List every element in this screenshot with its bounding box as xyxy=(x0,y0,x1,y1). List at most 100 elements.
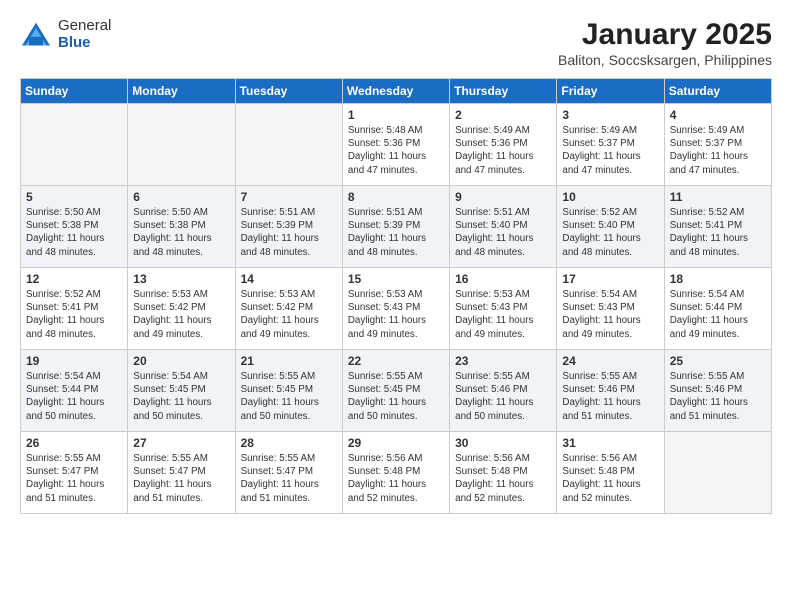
calendar-cell: 16Sunrise: 5:53 AMSunset: 5:43 PMDayligh… xyxy=(450,268,557,350)
week-row-2: 5 Sunrise: 5:50 AMSunset: 5:38 PMDaylight… xyxy=(21,186,772,268)
logo: General Blue xyxy=(20,18,111,51)
col-thursday: Thursday xyxy=(450,79,557,104)
calendar-cell: 22Sunrise: 5:55 AMSunset: 5:45 PMDayligh… xyxy=(342,350,449,432)
day-info: Sunrise: 5:51 AMSunset: 5:40 PMDaylight:… xyxy=(455,206,551,259)
logo-text: General Blue xyxy=(58,18,111,51)
col-friday: Friday xyxy=(557,79,664,104)
day-number: 11 xyxy=(670,190,766,204)
day-number: 25 xyxy=(670,354,766,368)
calendar-cell: 15 Sunrise: 5:53 AMSunset: 5:43 PMDayligh… xyxy=(342,268,449,350)
day-number: 10 xyxy=(562,190,658,204)
day-info: Sunrise: 5:56 AMSunset: 5:48 PMDaylight:… xyxy=(455,452,551,505)
calendar-cell xyxy=(128,104,235,186)
calendar-cell: 21Sunrise: 5:55 AMSunset: 5:45 PMDayligh… xyxy=(235,350,342,432)
calendar-cell: 14 Sunrise: 5:53 AMSunset: 5:42 PMDayligh… xyxy=(235,268,342,350)
calendar-cell: 18Sunrise: 5:54 AMSunset: 5:44 PMDayligh… xyxy=(664,268,771,350)
day-info: Sunrise: 5:55 AMSunset: 5:46 PMDaylight:… xyxy=(455,370,551,423)
logo-general-text: General xyxy=(58,18,111,35)
day-info: Sunrise: 5:54 AMSunset: 5:45 PMDaylight:… xyxy=(133,370,229,423)
calendar-cell: 10 Sunrise: 5:52 AMSunset: 5:40 PMDayligh… xyxy=(557,186,664,268)
calendar-cell: 30 Sunrise: 5:56 AMSunset: 5:48 PMDayligh… xyxy=(450,432,557,514)
day-info: Sunrise: 5:55 AMSunset: 5:47 PMDaylight:… xyxy=(241,452,337,505)
day-number: 13 xyxy=(133,272,229,286)
day-number: 28 xyxy=(241,436,337,450)
header-row: Sunday Monday Tuesday Wednesday Thursday… xyxy=(21,79,772,104)
col-tuesday: Tuesday xyxy=(235,79,342,104)
day-info: Sunrise: 5:50 AMSunset: 5:38 PMDaylight:… xyxy=(133,206,229,259)
day-info: Sunrise: 5:54 AMSunset: 5:43 PMDaylight:… xyxy=(562,288,658,341)
day-info: Sunrise: 5:55 AMSunset: 5:46 PMDaylight:… xyxy=(562,370,658,423)
day-info: Sunrise: 5:51 AMSunset: 5:39 PMDaylight:… xyxy=(348,206,444,259)
day-info: Sunrise: 5:51 AMSunset: 5:39 PMDaylight:… xyxy=(241,206,337,259)
logo-icon xyxy=(20,21,52,49)
calendar-cell: 11 Sunrise: 5:52 AMSunset: 5:41 PMDayligh… xyxy=(664,186,771,268)
col-wednesday: Wednesday xyxy=(342,79,449,104)
day-number: 27 xyxy=(133,436,229,450)
day-info: Sunrise: 5:52 AMSunset: 5:40 PMDaylight:… xyxy=(562,206,658,259)
day-number: 5 xyxy=(26,190,122,204)
calendar-cell: 5 Sunrise: 5:50 AMSunset: 5:38 PMDaylight… xyxy=(21,186,128,268)
day-number: 4 xyxy=(670,108,766,122)
calendar-cell: 31 Sunrise: 5:56 AMSunset: 5:48 PMDayligh… xyxy=(557,432,664,514)
calendar-cell: 23 Sunrise: 5:55 AMSunset: 5:46 PMDayligh… xyxy=(450,350,557,432)
day-number: 30 xyxy=(455,436,551,450)
calendar-cell xyxy=(21,104,128,186)
day-info: Sunrise: 5:56 AMSunset: 5:48 PMDaylight:… xyxy=(562,452,658,505)
calendar-table: Sunday Monday Tuesday Wednesday Thursday… xyxy=(20,78,772,514)
day-number: 2 xyxy=(455,108,551,122)
calendar-title: January 2025 xyxy=(558,18,772,52)
day-info: Sunrise: 5:52 AMSunset: 5:41 PMDaylight:… xyxy=(670,206,766,259)
day-number: 3 xyxy=(562,108,658,122)
calendar-cell: 28 Sunrise: 5:55 AMSunset: 5:47 PMDayligh… xyxy=(235,432,342,514)
calendar-cell: 24 Sunrise: 5:55 AMSunset: 5:46 PMDayligh… xyxy=(557,350,664,432)
day-info: Sunrise: 5:54 AMSunset: 5:44 PMDaylight:… xyxy=(26,370,122,423)
day-info: Sunrise: 5:49 AMSunset: 5:37 PMDaylight:… xyxy=(670,124,766,177)
day-number: 23 xyxy=(455,354,551,368)
calendar-cell: 6 Sunrise: 5:50 AMSunset: 5:38 PMDaylight… xyxy=(128,186,235,268)
day-number: 20 xyxy=(133,354,229,368)
col-sunday: Sunday xyxy=(21,79,128,104)
day-info: Sunrise: 5:50 AMSunset: 5:38 PMDaylight:… xyxy=(26,206,122,259)
day-number: 9 xyxy=(455,190,551,204)
calendar-cell: 29Sunrise: 5:56 AMSunset: 5:48 PMDayligh… xyxy=(342,432,449,514)
day-info: Sunrise: 5:48 AMSunset: 5:36 PMDaylight:… xyxy=(348,124,444,177)
col-monday: Monday xyxy=(128,79,235,104)
calendar-cell: 20 Sunrise: 5:54 AMSunset: 5:45 PMDayligh… xyxy=(128,350,235,432)
calendar-cell xyxy=(235,104,342,186)
calendar-cell: 26 Sunrise: 5:55 AMSunset: 5:47 PMDayligh… xyxy=(21,432,128,514)
calendar-cell: 13Sunrise: 5:53 AMSunset: 5:42 PMDayligh… xyxy=(128,268,235,350)
day-info: Sunrise: 5:54 AMSunset: 5:44 PMDaylight:… xyxy=(670,288,766,341)
day-number: 26 xyxy=(26,436,122,450)
calendar-cell: 4 Sunrise: 5:49 AMSunset: 5:37 PMDaylight… xyxy=(664,104,771,186)
day-info: Sunrise: 5:55 AMSunset: 5:46 PMDaylight:… xyxy=(670,370,766,423)
day-info: Sunrise: 5:53 AMSunset: 5:42 PMDaylight:… xyxy=(241,288,337,341)
day-info: Sunrise: 5:49 AMSunset: 5:36 PMDaylight:… xyxy=(455,124,551,177)
calendar-cell: 2 Sunrise: 5:49 AMSunset: 5:36 PMDaylight… xyxy=(450,104,557,186)
calendar-cell: 7Sunrise: 5:51 AMSunset: 5:39 PMDaylight… xyxy=(235,186,342,268)
title-block: January 2025 Baliton, Soccsksargen, Phil… xyxy=(558,18,772,68)
col-saturday: Saturday xyxy=(664,79,771,104)
day-number: 1 xyxy=(348,108,444,122)
day-number: 16 xyxy=(455,272,551,286)
week-row-4: 19Sunrise: 5:54 AMSunset: 5:44 PMDayligh… xyxy=(21,350,772,432)
calendar-cell: 8 Sunrise: 5:51 AMSunset: 5:39 PMDaylight… xyxy=(342,186,449,268)
calendar-cell: 17Sunrise: 5:54 AMSunset: 5:43 PMDayligh… xyxy=(557,268,664,350)
day-number: 24 xyxy=(562,354,658,368)
calendar-cell: 25 Sunrise: 5:55 AMSunset: 5:46 PMDayligh… xyxy=(664,350,771,432)
day-number: 31 xyxy=(562,436,658,450)
day-info: Sunrise: 5:55 AMSunset: 5:47 PMDaylight:… xyxy=(26,452,122,505)
day-info: Sunrise: 5:55 AMSunset: 5:45 PMDaylight:… xyxy=(241,370,337,423)
day-info: Sunrise: 5:53 AMSunset: 5:43 PMDaylight:… xyxy=(348,288,444,341)
day-number: 8 xyxy=(348,190,444,204)
calendar-cell: 19Sunrise: 5:54 AMSunset: 5:44 PMDayligh… xyxy=(21,350,128,432)
day-number: 15 xyxy=(348,272,444,286)
week-row-1: 1 Sunrise: 5:48 AMSunset: 5:36 PMDaylight… xyxy=(21,104,772,186)
day-number: 6 xyxy=(133,190,229,204)
day-info: Sunrise: 5:55 AMSunset: 5:47 PMDaylight:… xyxy=(133,452,229,505)
calendar-cell: 3Sunrise: 5:49 AMSunset: 5:37 PMDaylight… xyxy=(557,104,664,186)
week-row-5: 26 Sunrise: 5:55 AMSunset: 5:47 PMDayligh… xyxy=(21,432,772,514)
day-number: 14 xyxy=(241,272,337,286)
calendar-subtitle: Baliton, Soccsksargen, Philippines xyxy=(558,52,772,68)
logo-blue-text: Blue xyxy=(58,35,111,52)
calendar-cell: 27 Sunrise: 5:55 AMSunset: 5:47 PMDayligh… xyxy=(128,432,235,514)
